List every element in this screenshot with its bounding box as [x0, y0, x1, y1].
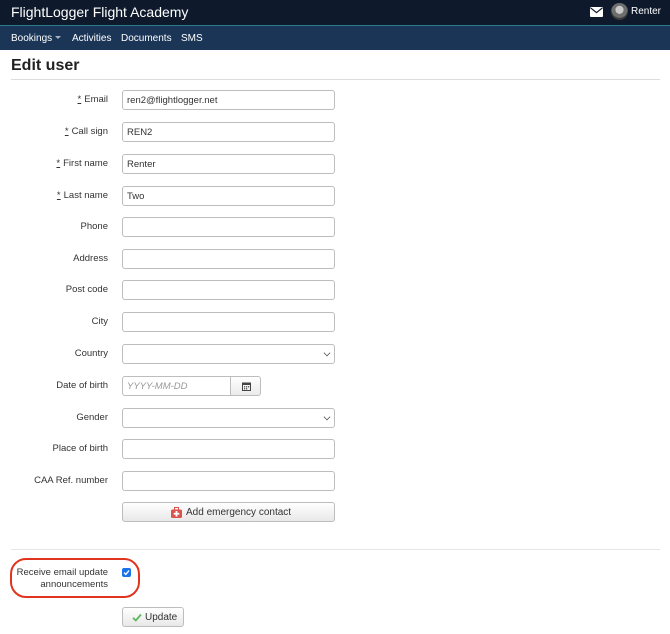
update-button[interactable]: Update [122, 607, 184, 627]
place-of-birth-field[interactable] [122, 439, 335, 459]
caa-ref-field[interactable] [122, 471, 335, 491]
last-name-label: * Last name [56, 190, 108, 201]
caa-ref-label: CAA Ref. number [34, 475, 108, 486]
user-avatar[interactable] [611, 3, 628, 20]
nav-item-activities[interactable]: Activities [72, 33, 111, 44]
call-sign-field[interactable] [122, 122, 335, 142]
gender-label: Gender [76, 412, 108, 423]
first-name-field[interactable] [122, 154, 335, 174]
section-divider [11, 549, 660, 550]
page-title: Edit user [11, 57, 80, 74]
required-marker: * [56, 158, 61, 169]
date-of-birth-label: Date of birth [56, 380, 108, 391]
country-select[interactable] [122, 344, 335, 364]
envelope-icon[interactable] [590, 7, 603, 17]
add-emergency-contact-label: Add emergency contact [186, 507, 292, 518]
gender-select[interactable] [122, 408, 335, 428]
address-label: Address [73, 253, 108, 264]
required-marker: * [77, 94, 82, 105]
calendar-icon [242, 382, 251, 391]
top-bar: FlightLogger Flight Academy Renter [0, 0, 670, 25]
post-code-field[interactable] [122, 280, 335, 300]
nav-item-documents[interactable]: Documents [121, 33, 172, 44]
nav-item-bookings[interactable]: Bookings [11, 33, 62, 44]
phone-field[interactable] [122, 217, 335, 237]
chevron-down-icon [323, 413, 331, 421]
app-title[interactable]: FlightLogger Flight Academy [11, 4, 188, 20]
phone-label: Phone [80, 221, 108, 232]
address-field[interactable] [122, 249, 335, 269]
required-marker: * [56, 190, 61, 201]
nav-item-bookings-label: Bookings [11, 33, 53, 44]
check-icon [132, 613, 142, 622]
required-marker: * [64, 126, 69, 137]
city-label: City [91, 316, 108, 327]
place-of-birth-label: Place of birth [52, 443, 108, 454]
chevron-down-icon [323, 349, 331, 357]
main-nav: Bookings Activities Documents SMS [0, 25, 670, 50]
city-field[interactable] [122, 312, 335, 332]
update-label: Update [145, 612, 178, 623]
email-updates-checkbox[interactable] [122, 568, 131, 577]
first-name-label: * First name [56, 158, 108, 169]
country-label: Country [74, 348, 108, 359]
user-menu-name[interactable]: Renter [631, 6, 661, 17]
email-field[interactable] [122, 90, 335, 110]
title-divider [11, 79, 660, 80]
post-code-label: Post code [65, 284, 108, 295]
date-of-birth-field[interactable] [122, 376, 231, 396]
chevron-down-icon [55, 36, 62, 39]
first-aid-kit-icon [171, 507, 182, 518]
email-updates-label: Receive email update announcements [16, 567, 108, 590]
email-label: * Email [77, 94, 108, 105]
nav-item-sms[interactable]: SMS [181, 33, 203, 44]
calendar-button[interactable] [230, 376, 261, 396]
add-emergency-contact-button[interactable]: Add emergency contact [122, 502, 335, 522]
checkmark-icon [123, 570, 130, 576]
last-name-field[interactable] [122, 186, 335, 206]
call-sign-label: * Call sign [64, 126, 108, 137]
